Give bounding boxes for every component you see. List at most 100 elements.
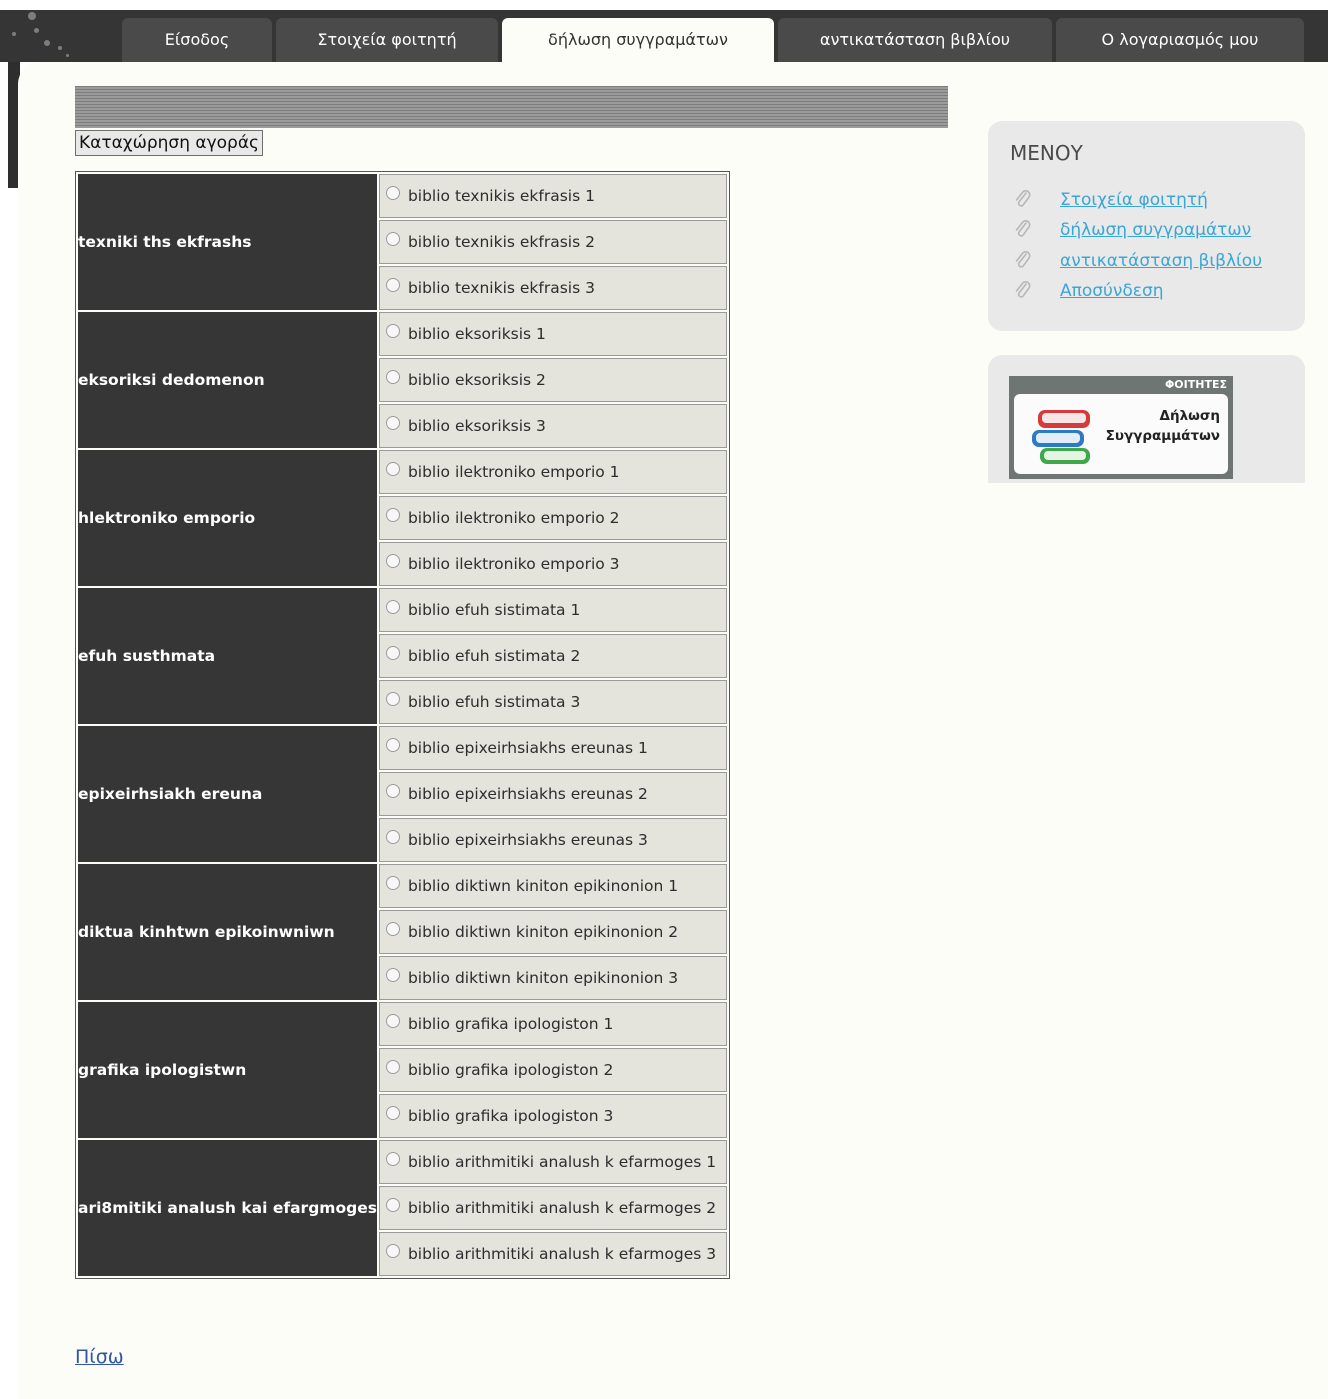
book-radio-button[interactable] xyxy=(385,508,400,522)
book-radio-button[interactable] xyxy=(385,738,400,752)
book-option-cell[interactable]: biblio epixeirhsiakhs ereunas 2 xyxy=(378,772,727,816)
tab-login[interactable]: Είσοδος xyxy=(122,18,272,62)
tab-student-details[interactable]: Στοιχεία φοιτητή xyxy=(276,18,498,62)
tab-my-account[interactable]: Ο λογαριασμός μου xyxy=(1056,18,1304,62)
book-option[interactable]: biblio efuh sistimata 2 xyxy=(380,635,726,677)
table-row: eksoriksi dedomenon biblio eksoriksis 1 xyxy=(78,312,727,448)
book-option[interactable]: biblio epixeirhsiakhs ereunas 3 xyxy=(380,819,726,861)
book-option-cell[interactable]: biblio texnikis ekfrasis 3 xyxy=(378,266,727,310)
book-option[interactable]: biblio grafika ipologiston 2 xyxy=(380,1049,726,1091)
menu-link-student-details[interactable]: Στοιχεία φοιτητή xyxy=(1060,190,1208,210)
book-option-cell[interactable]: biblio eksoriksis 2 xyxy=(378,358,727,402)
book-radio-button[interactable] xyxy=(385,370,400,384)
book-option[interactable]: biblio eksoriksis 2 xyxy=(380,359,726,401)
tab-book-replacement[interactable]: αντικατάσταση βιβλίου xyxy=(778,18,1052,62)
register-purchase-button[interactable]: Καταχώρηση αγοράς xyxy=(75,130,264,156)
book-option-cell[interactable]: biblio ilektroniko emporio 2 xyxy=(378,496,727,540)
book-option-cell[interactable]: biblio epixeirhsiakhs ereunas 1 xyxy=(378,726,727,770)
book-radio-button[interactable] xyxy=(385,968,400,982)
book-radio-button[interactable] xyxy=(385,416,400,430)
book-option[interactable]: biblio texnikis ekfrasis 1 xyxy=(380,175,726,217)
book-option[interactable]: biblio epixeirhsiakhs ereunas 2 xyxy=(380,773,726,815)
book-option[interactable]: biblio diktiwn kiniton epikinonion 1 xyxy=(380,865,726,907)
book-radio-button[interactable] xyxy=(385,278,400,292)
book-option-cell[interactable]: biblio texnikis ekfrasis 2 xyxy=(378,220,727,264)
book-radio-button[interactable] xyxy=(385,1152,400,1166)
banner-line2: Συγγραμμάτων xyxy=(1105,428,1220,444)
back-link[interactable]: Πίσω xyxy=(75,1346,124,1368)
book-option[interactable]: biblio efuh sistimata 3 xyxy=(380,681,726,723)
book-option-label: biblio grafika ipologiston 1 xyxy=(407,1015,614,1033)
book-radio-button[interactable] xyxy=(385,646,400,660)
striped-header-bar xyxy=(75,86,948,128)
book-option[interactable]: biblio eksoriksis 1 xyxy=(380,313,726,355)
book-radio-button[interactable] xyxy=(385,692,400,706)
book-radio-button[interactable] xyxy=(385,830,400,844)
book-option[interactable]: biblio texnikis ekfrasis 2 xyxy=(380,221,726,263)
menu-item-book-replacement[interactable]: αντικατάσταση βιβλίου xyxy=(1014,249,1262,273)
book-option-label: biblio efuh sistimata 1 xyxy=(407,601,581,619)
book-radio-button[interactable] xyxy=(385,1014,400,1028)
book-radio-button[interactable] xyxy=(385,554,400,568)
menu-item-student-details[interactable]: Στοιχεία φοιτητή xyxy=(1014,188,1208,212)
book-option[interactable]: biblio eksoriksis 3 xyxy=(380,405,726,447)
book-radio-button[interactable] xyxy=(385,324,400,338)
book-option-label: biblio eksoriksis 3 xyxy=(407,417,546,435)
book-option-cell[interactable]: biblio ilektroniko emporio 1 xyxy=(378,450,727,494)
book-option-cell[interactable]: biblio grafika ipologiston 3 xyxy=(378,1094,727,1138)
table-row: efuh susthmata biblio efuh sistimata 1 xyxy=(78,588,727,724)
book-option-label: biblio arithmitiki analush k efarmoges 1 xyxy=(407,1153,717,1171)
book-option-cell[interactable]: biblio efuh sistimata 3 xyxy=(378,680,727,724)
book-radio-button[interactable] xyxy=(385,186,400,200)
book-option[interactable]: biblio diktiwn kiniton epikinonion 3 xyxy=(380,957,726,999)
book-option-cell[interactable]: biblio efuh sistimata 2 xyxy=(378,634,727,678)
book-option[interactable]: biblio grafika ipologiston 3 xyxy=(380,1095,726,1137)
book-radio-button[interactable] xyxy=(385,1198,400,1212)
book-option-cell[interactable]: biblio arithmitiki analush k efarmoges 2 xyxy=(378,1186,727,1230)
book-radio-button[interactable] xyxy=(385,876,400,890)
book-option-cell[interactable]: biblio eksoriksis 3 xyxy=(378,404,727,448)
book-option-cell[interactable]: biblio grafika ipologiston 2 xyxy=(378,1048,727,1092)
book-option-cell[interactable]: biblio eksoriksis 1 xyxy=(378,312,727,356)
book-option-cell[interactable]: biblio grafika ipologiston 1 xyxy=(378,1002,727,1046)
book-radio-button[interactable] xyxy=(385,922,400,936)
book-option-cell[interactable]: biblio arithmitiki analush k efarmoges 3 xyxy=(378,1232,727,1276)
tab-book-declaration[interactable]: δήλωση συγγραμάτων xyxy=(502,18,774,62)
menu-link-book-replacement[interactable]: αντικατάσταση βιβλίου xyxy=(1060,251,1262,271)
menu-item-book-declaration[interactable]: δήλωση συγγραμάτων xyxy=(1014,218,1251,242)
book-option[interactable]: biblio texnikis ekfrasis 3 xyxy=(380,267,726,309)
book-option-label: biblio ilektroniko emporio 3 xyxy=(407,555,620,573)
book-option[interactable]: biblio arithmitiki analush k efarmoges 2 xyxy=(380,1187,726,1229)
book-option[interactable]: biblio grafika ipologiston 1 xyxy=(380,1003,726,1045)
book-option[interactable]: biblio epixeirhsiakhs ereunas 1 xyxy=(380,727,726,769)
book-radio-button[interactable] xyxy=(385,1244,400,1258)
book-option-cell[interactable]: biblio efuh sistimata 1 xyxy=(378,588,727,632)
menu-link-book-declaration[interactable]: δήλωση συγγραμάτων xyxy=(1060,220,1251,240)
book-radio-button[interactable] xyxy=(385,1106,400,1120)
book-option-cell[interactable]: biblio texnikis ekfrasis 1 xyxy=(378,174,727,218)
book-option[interactable]: biblio ilektroniko emporio 1 xyxy=(380,451,726,493)
book-radio-button[interactable] xyxy=(385,232,400,246)
book-option-label: biblio diktiwn kiniton epikinonion 2 xyxy=(407,923,679,941)
book-option-cell[interactable]: biblio ilektroniko emporio 3 xyxy=(378,542,727,586)
book-option-label: biblio epixeirhsiakhs ereunas 2 xyxy=(407,785,648,803)
book-radio-button[interactable] xyxy=(385,1060,400,1074)
book-option[interactable]: biblio diktiwn kiniton epikinonion 2 xyxy=(380,911,726,953)
menu-item-logout[interactable]: Αποσύνδεση xyxy=(1014,279,1164,303)
book-option-cell[interactable]: biblio diktiwn kiniton epikinonion 3 xyxy=(378,956,727,1000)
book-option[interactable]: biblio ilektroniko emporio 3 xyxy=(380,543,726,585)
book-option[interactable]: biblio arithmitiki analush k efarmoges 3 xyxy=(380,1233,726,1275)
paperclip-icon xyxy=(1015,281,1031,298)
book-radio-button[interactable] xyxy=(385,600,400,614)
menu-link-logout[interactable]: Αποσύνδεση xyxy=(1060,281,1164,301)
book-option[interactable]: biblio ilektroniko emporio 2 xyxy=(380,497,726,539)
book-declaration-banner[interactable]: ΦΟΙΤΗΤΕΣ Δήλωση Συγγραμμάτων xyxy=(1009,376,1233,479)
book-option-cell[interactable]: biblio diktiwn kiniton epikinonion 1 xyxy=(378,864,727,908)
book-option[interactable]: biblio efuh sistimata 1 xyxy=(380,589,726,631)
book-radio-button[interactable] xyxy=(385,462,400,476)
book-option-cell[interactable]: biblio arithmitiki analush k efarmoges 1 xyxy=(378,1140,727,1184)
book-option-cell[interactable]: biblio diktiwn kiniton epikinonion 2 xyxy=(378,910,727,954)
book-option-cell[interactable]: biblio epixeirhsiakhs ereunas 3 xyxy=(378,818,727,862)
book-radio-button[interactable] xyxy=(385,784,400,798)
book-option[interactable]: biblio arithmitiki analush k efarmoges 1 xyxy=(380,1141,726,1183)
